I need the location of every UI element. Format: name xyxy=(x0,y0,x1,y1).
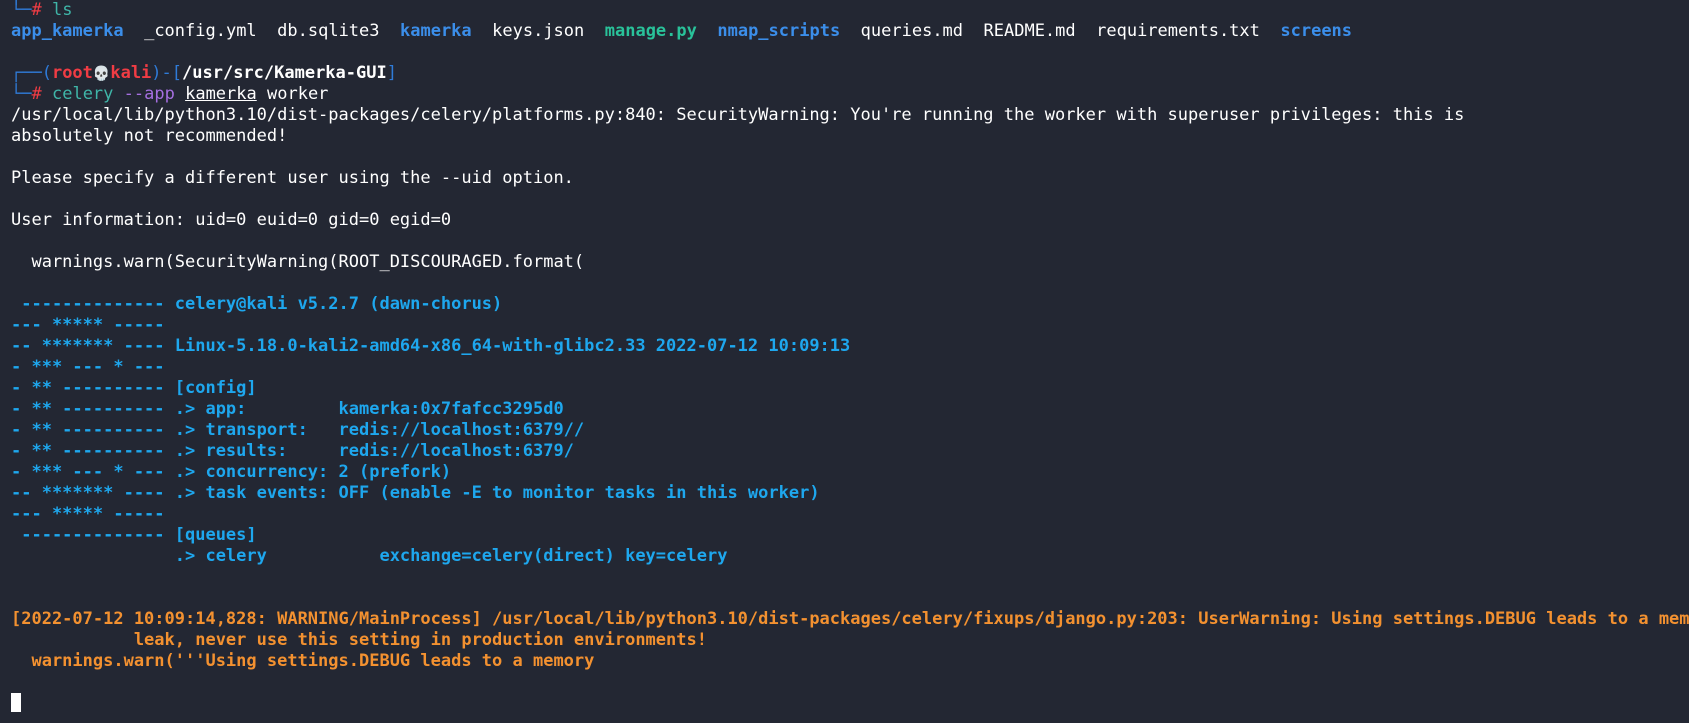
debug-warning-line: [2022-07-12 10:09:14,828: WARNING/MainPr… xyxy=(11,609,1689,629)
prompt-user: root xyxy=(51,63,93,83)
ls-entry: kamerka xyxy=(400,21,472,41)
cmd-app: kamerka xyxy=(185,84,257,104)
prompt-separator: )-[ xyxy=(151,63,183,83)
celery-banner-line: - *** --- * --- xyxy=(11,357,165,377)
ls-entry: queries.md xyxy=(860,21,964,41)
security-warning-line-cont: absolutely not recommended! xyxy=(11,126,288,146)
ls-entry: manage.py xyxy=(604,21,697,41)
user-info-line: User information: uid=0 euid=0 gid=0 egi… xyxy=(11,210,452,230)
terminal-cursor[interactable] xyxy=(11,693,21,712)
debug-warnings-warn-line: warnings.warn('''Using settings.DEBUG le… xyxy=(11,651,595,671)
prompt-host: kali xyxy=(110,63,152,83)
prompt-header-line: ┌──(root💀kali)-[/usr/src/Kamerka-GUI] xyxy=(11,63,1689,84)
celery-banner-line: -------------- celery@kali v5.2.7 (dawn-… xyxy=(11,294,503,314)
celery-banner-line: - *** --- * --- .> concurrency: 2 (prefo… xyxy=(11,462,452,482)
cmd-flag: --app xyxy=(123,84,175,104)
ls-output-line: app_kamerka _config.yml db.sqlite3 kamer… xyxy=(11,21,1689,42)
celery-banner: -------------- celery@kali v5.2.7 (dawn-… xyxy=(11,294,1689,567)
ls-entry: db.sqlite3 xyxy=(277,21,380,41)
ls-entry: screens xyxy=(1280,21,1353,41)
skull-icon: 💀 xyxy=(92,66,111,82)
celery-banner-line: --- ***** ----- xyxy=(11,315,165,335)
prompt-close: ] xyxy=(386,63,397,83)
ls-entry: requirements.txt xyxy=(1096,21,1260,41)
prompt-path: /usr/src/Kamerka-GUI xyxy=(182,63,387,83)
ls-entry: README.md xyxy=(983,21,1076,41)
cursor-line xyxy=(11,693,1689,714)
celery-banner-line: - ** ---------- .> app: kamerka:0x7fafcc… xyxy=(11,399,564,419)
prompt-ls-line: └─# ls xyxy=(11,0,1689,21)
prompt-command-line: └─# celery --app kamerka worker xyxy=(11,84,1689,105)
ls-entry: _config.yml xyxy=(144,21,257,41)
cmd-program: celery xyxy=(51,84,114,104)
prompt-corner-bottom: └─ xyxy=(11,84,32,104)
terminal-window[interactable]: │ └─# ls app_kamerka _config.yml db.sqli… xyxy=(0,0,1689,723)
ls-entry: app_kamerka xyxy=(11,21,124,41)
ls-entry: nmap_scripts xyxy=(717,21,841,41)
celery-banner-line: -- ******* ---- Linux-5.18.0-kali2-amd64… xyxy=(11,336,851,356)
celery-banner-line: - ** ---------- .> results: redis://loca… xyxy=(11,441,574,461)
debug-warning-line-cont: leak, never use this setting in producti… xyxy=(11,630,707,650)
celery-banner-line: - ** ---------- [config] xyxy=(11,378,257,398)
warnings-warn-line: warnings.warn(SecurityWarning(ROOT_DISCO… xyxy=(11,252,585,272)
security-warning-line: /usr/local/lib/python3.10/dist-packages/… xyxy=(11,105,1465,125)
prompt-corner-top: ┌──( xyxy=(11,63,52,83)
cmd-action: worker xyxy=(267,84,329,104)
celery-banner-line: --- ***** ----- xyxy=(11,504,165,524)
celery-banner-line: -- ******* ---- .> task events: OFF (ena… xyxy=(11,483,820,503)
clipped-previous-line: │ xyxy=(11,0,21,7)
ls-command: ls xyxy=(51,0,73,20)
prompt-hash: # xyxy=(31,84,42,104)
celery-banner-line: .> celery exchange=celery(direct) key=ce… xyxy=(11,546,728,566)
uid-hint-line: Please specify a different user using th… xyxy=(11,168,574,188)
celery-banner-line: - ** ---------- .> transport: redis://lo… xyxy=(11,420,585,440)
prompt-hash: # xyxy=(31,0,42,20)
celery-banner-line: -------------- [queues] xyxy=(11,525,257,545)
ls-entry: keys.json xyxy=(492,21,585,41)
